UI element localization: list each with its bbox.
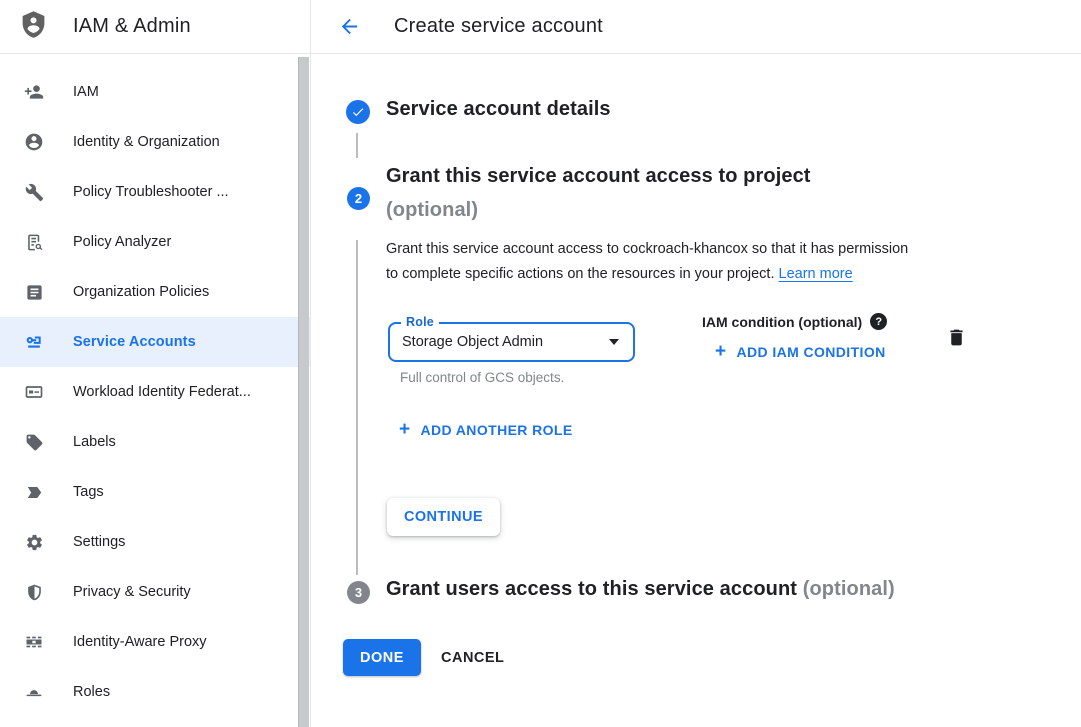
sidebar-item-label: Roles [73, 684, 110, 700]
sidebar-item-label: Settings [73, 534, 125, 550]
top-app-bar: IAM & Admin Create service account [0, 0, 1081, 54]
role-select-label: Role [401, 315, 439, 329]
role-helper-text: Full control of GCS objects. [400, 370, 564, 385]
step1-title[interactable]: Service account details [386, 98, 611, 121]
sidebar-item-label: Identity & Organization [73, 134, 220, 150]
step3-title-optional: (optional) [803, 578, 895, 600]
tag-icon [24, 432, 44, 452]
badge-card-icon [24, 382, 44, 402]
chevron-down-icon [609, 339, 619, 345]
service-account-key-icon [24, 332, 44, 352]
sidebar-item-tags[interactable]: Tags [0, 467, 310, 517]
add-another-role-label: ADD ANOTHER ROLE [421, 422, 573, 438]
sidebar-item-label: Privacy & Security [73, 584, 191, 600]
step3-number-badge: 3 [347, 581, 370, 604]
gear-icon [24, 532, 44, 552]
product-title: IAM & Admin [73, 15, 191, 38]
sidebar-item-identity-organization[interactable]: Identity & Organization [0, 117, 310, 167]
sidebar-item-identity-aware-proxy[interactable]: Identity-Aware Proxy [0, 617, 310, 667]
sidebar-item-privacy-security[interactable]: Privacy & Security [0, 567, 310, 617]
sidebar-item-label: Tags [73, 484, 104, 500]
sidebar-item-label: Service Accounts [73, 334, 196, 350]
step3-title[interactable]: Grant users access to this service accou… [386, 578, 895, 601]
delete-role-trash-icon[interactable] [944, 324, 968, 350]
sidebar-item-service-accounts[interactable]: Service Accounts [0, 317, 310, 367]
sidebar-scrollbar[interactable] [298, 57, 309, 727]
plus-icon: + [399, 420, 411, 439]
add-iam-condition-label: ADD IAM CONDITION [737, 344, 886, 360]
sidebar-item-label: Labels [73, 434, 116, 450]
wrench-icon [24, 182, 44, 202]
learn-more-link[interactable]: Learn more [779, 266, 853, 282]
step2-title-optional: (optional) [386, 199, 478, 222]
sidebar-item-label: Organization Policies [73, 284, 209, 300]
policy-document-icon [24, 232, 44, 252]
person-add-icon [24, 82, 44, 102]
proxy-icon [24, 632, 44, 652]
step3-title-text: Grant users access to this service accou… [386, 578, 797, 600]
step1-completed-check-icon [346, 100, 370, 124]
sidebar-nav: IAM Identity & Organization Policy Troub… [0, 54, 311, 727]
sidebar-item-workload-identity-federation[interactable]: Workload Identity Federat... [0, 367, 310, 417]
role-select[interactable]: Role Storage Object Admin [388, 322, 635, 362]
product-header: IAM & Admin [0, 0, 311, 53]
sidebar-item-label: Policy Analyzer [73, 234, 171, 250]
sidebar-item-policy-troubleshooter[interactable]: Policy Troubleshooter ... [0, 167, 310, 217]
back-arrow-icon[interactable] [337, 15, 361, 39]
plus-icon: + [715, 342, 727, 361]
account-circle-icon [24, 132, 44, 152]
iam-condition-label-text: IAM condition (optional) [702, 314, 862, 330]
page-title: Create service account [394, 15, 603, 38]
iam-condition-label: IAM condition (optional) ? [702, 313, 887, 330]
sidebar-item-organization-policies[interactable]: Organization Policies [0, 267, 310, 317]
add-iam-condition-button[interactable]: + ADD IAM CONDITION [715, 342, 886, 361]
label-important-icon [24, 482, 44, 502]
step2-title[interactable]: Grant this service account access to pro… [386, 165, 811, 188]
sidebar-item-iam[interactable]: IAM [0, 67, 310, 117]
page-header: Create service account [311, 0, 1081, 53]
stepper-connector [356, 240, 358, 575]
sidebar-item-label: IAM [73, 84, 99, 100]
sidebar-item-label: Policy Troubleshooter ... [73, 184, 229, 200]
role-select-value: Storage Object Admin [402, 334, 543, 350]
stepper-connector [356, 133, 358, 158]
sidebar-item-label: Identity-Aware Proxy [73, 634, 207, 650]
add-another-role-button[interactable]: + ADD ANOTHER ROLE [399, 420, 573, 439]
sidebar-item-policy-analyzer[interactable]: Policy Analyzer [0, 217, 310, 267]
shield-half-icon [24, 582, 44, 602]
done-button[interactable]: DONE [343, 639, 421, 676]
step2-number-badge: 2 [347, 187, 370, 210]
help-icon[interactable]: ? [870, 313, 887, 330]
hat-icon [24, 682, 44, 702]
cancel-button[interactable]: CANCEL [441, 639, 504, 676]
create-service-account-form: Service account details 2 Grant this ser… [311, 54, 1081, 727]
article-icon [24, 282, 44, 302]
sidebar-item-label: Workload Identity Federat... [73, 384, 251, 400]
step2-description: Grant this service account access to coc… [386, 237, 994, 287]
sidebar-item-roles[interactable]: Roles [0, 667, 310, 717]
iam-shield-logo-icon [19, 10, 48, 44]
sidebar-item-settings[interactable]: Settings [0, 517, 310, 567]
sidebar-item-labels[interactable]: Labels [0, 417, 310, 467]
continue-button[interactable]: CONTINUE [387, 498, 500, 536]
